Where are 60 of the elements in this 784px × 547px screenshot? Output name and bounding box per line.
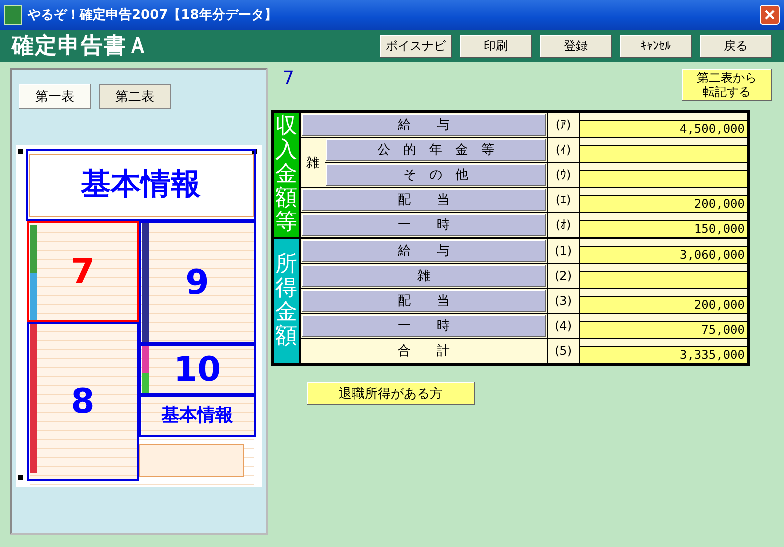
row-button[interactable]: 給 与 — [302, 114, 546, 136]
amount-field[interactable]: 200,000 — [580, 195, 747, 212]
form-section[interactable]: 7 — [27, 221, 139, 322]
line-code: (ｱ) — [547, 113, 580, 137]
line-code: (4) — [547, 314, 580, 338]
row-button[interactable]: 配 当 — [302, 189, 546, 211]
row-button[interactable]: そ の 他 — [326, 164, 546, 186]
line-code: (3) — [547, 289, 580, 313]
form-section[interactable]: 8 — [27, 322, 139, 481]
row-button[interactable]: 一 時 — [302, 315, 546, 337]
row-label: 合 計 — [397, 343, 451, 361]
toolbar-button[interactable]: 印刷 — [460, 34, 532, 58]
form-section[interactable]: 基本情報 — [26, 149, 256, 221]
toolbar-button[interactable]: ｷｬﾝｾﾙ — [620, 34, 692, 58]
group-label: 雑 — [301, 138, 325, 187]
amount-field[interactable]: 75,000 — [580, 321, 747, 338]
amount-field[interactable]: 150,000 — [580, 220, 747, 237]
form-section[interactable]: 基本情報 — [139, 395, 256, 437]
app-icon — [4, 5, 22, 25]
amount-field[interactable]: 3,060,000 — [580, 246, 747, 263]
line-code: (ｵ) — [547, 213, 580, 237]
section-label: 8 — [71, 384, 95, 418]
section-label: 9 — [186, 266, 210, 300]
section-number: 7 — [283, 68, 294, 89]
close-button[interactable] — [760, 5, 780, 25]
window-title: やるぞ！確定申告2007【18年分データ】 — [28, 6, 278, 24]
form-section[interactable]: 9 — [139, 221, 256, 344]
close-icon — [764, 9, 776, 21]
toolbar-button[interactable]: 登録 — [540, 34, 612, 58]
section-label: 10 — [174, 352, 222, 386]
toolbar-button[interactable]: 戻る — [700, 34, 772, 58]
row-button[interactable]: 一 時 — [302, 214, 546, 236]
sheet-tab[interactable]: 第一表 — [19, 84, 91, 109]
form-section[interactable]: 10 — [139, 344, 256, 395]
sheet-tab[interactable]: 第二表 — [99, 84, 171, 109]
page-title: 確定申告書Ａ — [12, 32, 151, 61]
line-code: (2) — [547, 264, 580, 288]
line-code: (5) — [547, 339, 580, 363]
amount-field[interactable] — [580, 170, 747, 187]
amount-field[interactable]: 4,500,000 — [580, 120, 747, 137]
line-code: (ｲ) — [547, 138, 580, 162]
retirement-button[interactable]: 退職所得がある方 — [307, 382, 475, 405]
section-label: 基本情報 — [81, 170, 201, 200]
amount-field[interactable]: 200,000 — [580, 296, 747, 313]
transfer-button[interactable]: 第二表から 転記する — [682, 69, 772, 101]
amount-field[interactable] — [580, 145, 747, 162]
group-header: 収入金額等 — [274, 113, 301, 237]
amount-field[interactable]: 3,335,000 — [580, 346, 747, 363]
toolbar-button[interactable]: ボイスナビ — [380, 34, 452, 58]
section-label: 7 — [71, 254, 95, 288]
line-code: (ｴ) — [547, 188, 580, 212]
row-button[interactable]: 公 的 年 金 等 — [326, 139, 546, 161]
row-button[interactable]: 雑 — [302, 265, 546, 287]
group-header: 所得金額 — [274, 239, 301, 363]
amount-field[interactable] — [580, 271, 747, 288]
line-code: (1) — [547, 239, 580, 263]
row-button[interactable]: 配 当 — [302, 290, 546, 312]
line-code: (ｳ) — [547, 163, 580, 187]
section-label: 基本情報 — [162, 407, 234, 425]
row-button[interactable]: 給 与 — [302, 240, 546, 262]
